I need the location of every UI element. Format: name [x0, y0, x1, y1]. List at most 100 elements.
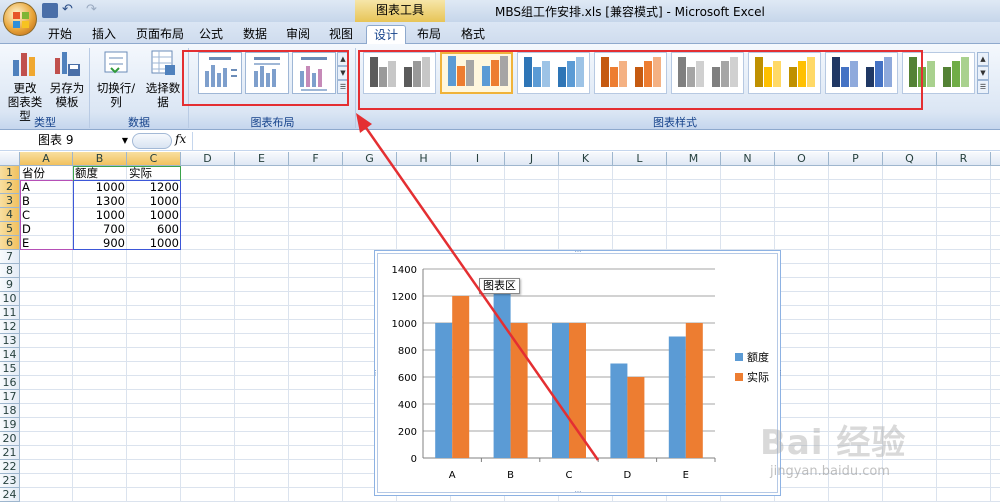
style-preview-bar: [952, 61, 960, 87]
save-icon[interactable]: [42, 3, 58, 18]
redo-icon[interactable]: ↷: [86, 3, 102, 18]
chevron-down-icon[interactable]: ▼: [122, 133, 128, 148]
tab-layout[interactable]: 布局: [414, 25, 444, 44]
insert-function-button[interactable]: fx: [175, 132, 186, 146]
column-header[interactable]: B: [73, 152, 127, 166]
bar-quota: [668, 336, 686, 458]
chart-type-icon: [10, 48, 40, 78]
style-preview-bar: [943, 67, 951, 87]
save-template-line1: 另存为: [49, 81, 85, 95]
bar-actual: [510, 323, 528, 458]
scroll-up-icon[interactable]: ▲: [977, 52, 989, 66]
row-header[interactable]: 5: [0, 222, 20, 236]
row-header[interactable]: 11: [0, 306, 20, 320]
column-header[interactable]: F: [289, 152, 343, 166]
office-button[interactable]: [3, 2, 37, 36]
tab-formulas[interactable]: 公式: [196, 25, 226, 44]
x-tick-label: E: [683, 470, 689, 481]
column-header[interactable]: E: [235, 152, 289, 166]
column-header[interactable]: M: [667, 152, 721, 166]
row-header[interactable]: 7: [0, 250, 20, 264]
formula-expand-button[interactable]: [132, 133, 172, 149]
x-tick-label: D: [624, 470, 632, 481]
row-header[interactable]: 14: [0, 348, 20, 362]
row-header[interactable]: 8: [0, 264, 20, 278]
row-header[interactable]: 4: [0, 208, 20, 222]
row-header[interactable]: 18: [0, 404, 20, 418]
tab-view[interactable]: 视图: [326, 25, 356, 44]
row-header[interactable]: 21: [0, 446, 20, 460]
y-tick-label: 1200: [392, 292, 417, 303]
watermark-url: jingyan.baidu.com: [770, 464, 890, 479]
row-header[interactable]: 6: [0, 236, 20, 250]
row-header[interactable]: 20: [0, 432, 20, 446]
column-header[interactable]: I: [451, 152, 505, 166]
column-header[interactable]: Q: [883, 152, 937, 166]
row-header[interactable]: 15: [0, 362, 20, 376]
row-header[interactable]: 9: [0, 278, 20, 292]
annotation-layout-box: [182, 50, 349, 106]
switch-row-column-icon: [101, 48, 131, 78]
select-data-button[interactable]: 选择数据: [141, 48, 185, 109]
window-title: MBS组工作安排.xls [兼容模式] - Microsoft Excel: [495, 5, 765, 19]
legend-swatch: [735, 373, 743, 381]
row-header[interactable]: 1: [0, 166, 20, 180]
row-header[interactable]: 19: [0, 418, 20, 432]
styles-group-label: 图表样式: [653, 116, 697, 129]
column-header[interactable]: C: [127, 152, 181, 166]
row-header[interactable]: 16: [0, 376, 20, 390]
undo-icon[interactable]: ↶: [62, 3, 78, 18]
column-header[interactable]: K: [559, 152, 613, 166]
column-header[interactable]: R: [937, 152, 991, 166]
switch-row-column-button[interactable]: 切换行/列: [92, 48, 140, 109]
bar-quota: [610, 363, 628, 458]
header-cell[interactable]: 省份: [22, 166, 72, 180]
column-header[interactable]: S: [991, 152, 1000, 166]
style-preview-bar: [961, 57, 969, 87]
column-header[interactable]: H: [397, 152, 451, 166]
styles-gallery-scroll[interactable]: ▲ ▼ ☰: [977, 52, 989, 94]
select-data-icon: [148, 48, 178, 78]
row-header[interactable]: 17: [0, 390, 20, 404]
values-range-highlight: [73, 180, 181, 250]
row-header[interactable]: 12: [0, 320, 20, 334]
bar-actual: [685, 323, 703, 458]
save-as-template-button[interactable]: 另存为 模板: [48, 48, 86, 109]
row-header[interactable]: 13: [0, 334, 20, 348]
column-header[interactable]: N: [721, 152, 775, 166]
row-header[interactable]: 24: [0, 488, 20, 502]
change-chart-type-button[interactable]: 更改 图表类型: [4, 48, 46, 123]
watermark: Bai 经验 jingyan.baidu.com: [760, 415, 1000, 500]
title-bar: ↶ ↷ 图表工具 MBS组工作安排.xls [兼容模式] - Microsoft…: [0, 0, 1000, 22]
name-box[interactable]: 图表 9 ▼: [2, 133, 130, 149]
column-header[interactable]: D: [181, 152, 235, 166]
scroll-down-icon[interactable]: ▼: [977, 66, 989, 80]
bar-quota: [552, 323, 569, 458]
x-tick-label: A: [449, 470, 456, 481]
column-header[interactable]: J: [505, 152, 559, 166]
tab-data[interactable]: 数据: [240, 25, 270, 44]
change-type-line1: 更改: [13, 81, 37, 95]
row-header[interactable]: 23: [0, 474, 20, 488]
chart-object[interactable]: ··· ··· ⋮ ⋮ 0 200 400 600 800 1000 1200 1400 A B C…: [372, 249, 784, 496]
tab-design[interactable]: 设计: [366, 25, 406, 44]
row-header[interactable]: 22: [0, 460, 20, 474]
column-header[interactable]: G: [343, 152, 397, 166]
formula-input[interactable]: [192, 132, 998, 150]
row-header[interactable]: 10: [0, 292, 20, 306]
select-all-corner[interactable]: [0, 152, 20, 166]
tab-format[interactable]: 格式: [458, 25, 488, 44]
tab-review[interactable]: 审阅: [283, 25, 313, 44]
tab-insert[interactable]: 插入: [87, 25, 121, 44]
row-header[interactable]: 3: [0, 194, 20, 208]
column-header[interactable]: P: [829, 152, 883, 166]
column-header[interactable]: L: [613, 152, 667, 166]
tab-home[interactable]: 开始: [43, 25, 77, 44]
y-tick-label: 0: [411, 454, 417, 465]
row-header[interactable]: 2: [0, 180, 20, 194]
column-header[interactable]: O: [775, 152, 829, 166]
tab-page-layout[interactable]: 页面布局: [133, 25, 187, 44]
office-logo-icon: [13, 12, 29, 28]
column-header[interactable]: A: [20, 152, 73, 166]
gallery-more-icon[interactable]: ☰: [977, 80, 989, 94]
